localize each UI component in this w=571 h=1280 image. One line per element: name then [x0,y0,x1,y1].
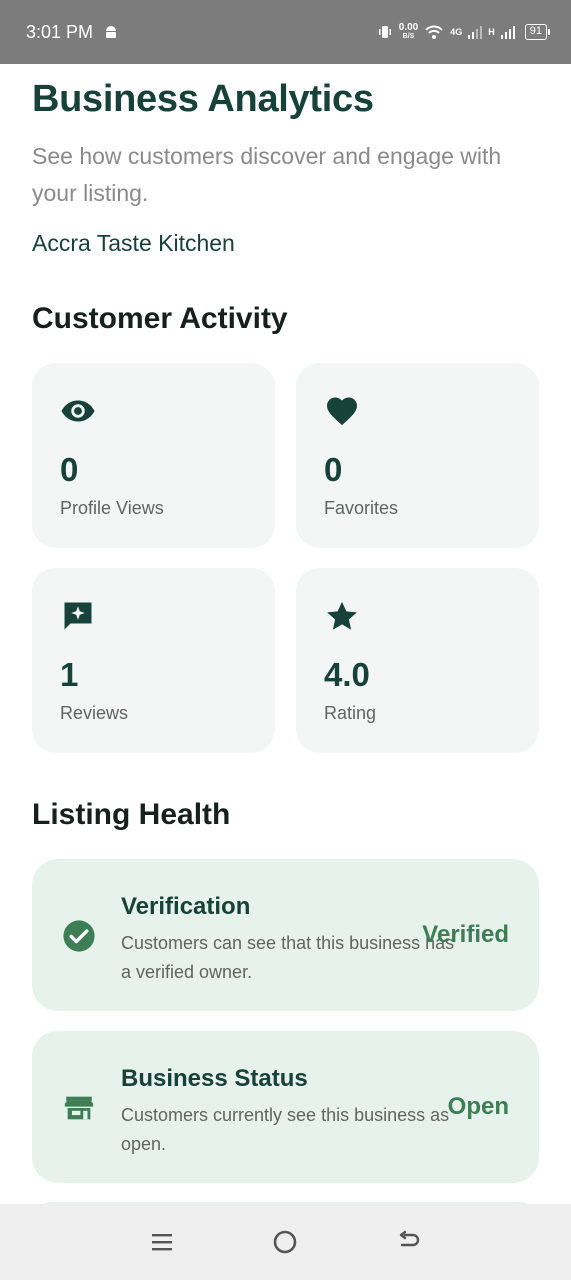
android-icon [106,26,117,38]
recent-apps-button[interactable] [146,1226,178,1258]
net-speed: 0.00 B/S [398,22,419,41]
page-title: Business Analytics [32,78,374,120]
back-icon [399,1230,420,1247]
health-status-value: Verified [422,921,509,948]
status-time: 3:01 PM [26,21,94,42]
vibrate-icon [378,26,391,38]
section-title-listing-health: Listing Health [32,798,231,831]
stat-card-reviews: 1 Reviews [32,568,275,753]
stat-card-rating: 4.0 Rating [296,568,539,753]
signal-icon-1 [468,26,483,39]
stat-label: Rating [324,703,377,723]
stat-label: Favorites [324,498,399,518]
store-icon [64,1096,94,1120]
signal-icon-2 [500,26,515,39]
stat-label: Reviews [60,703,129,723]
eye-icon [61,400,95,422]
battery-indicator: 91 [524,24,551,40]
health-status-value: Open [447,1093,509,1120]
check-circle-icon [63,920,95,952]
stat-label: Profile Views [60,498,164,518]
health-description: Customers currently see this business as… [121,1105,450,1154]
home-circle-icon [274,1230,297,1254]
menu-icon [151,1234,172,1251]
stat-value: 1 [60,656,79,693]
stat-value: 0 [324,451,343,488]
network-h-label: H [488,27,495,37]
health-card-verification[interactable]: Verification Customers can see that this… [32,859,539,1011]
wifi-icon [425,25,443,39]
review-icon [64,602,92,630]
heart-icon [327,397,357,426]
business-name: Accra Taste Kitchen [32,230,235,256]
back-button[interactable] [393,1226,425,1258]
star-icon [327,601,357,630]
stat-card-profile-views: 0 Profile Views [32,363,275,548]
stat-card-favorites: 0 Favorites [296,363,539,548]
network-4g-label: 4G [450,27,463,37]
status-bar: 3:01 PM 0.00 B/S 4G H 91 [0,0,571,64]
page-subtitle: See how customers discover and engage wi… [32,143,502,206]
stat-value: 4.0 [324,656,370,693]
home-button[interactable] [269,1226,301,1258]
health-title: Verification [121,893,251,920]
analytics-content[interactable]: Business Analytics See how customers dis… [0,64,571,1204]
system-nav-bar [0,1204,571,1280]
health-card-business-status[interactable]: Business Status Customers currently see … [32,1031,539,1183]
section-title-customer-activity: Customer Activity [32,302,288,335]
health-description: Customers can see that this business has… [121,933,455,982]
stat-value: 0 [60,451,79,488]
health-title: Business Status [121,1065,308,1092]
